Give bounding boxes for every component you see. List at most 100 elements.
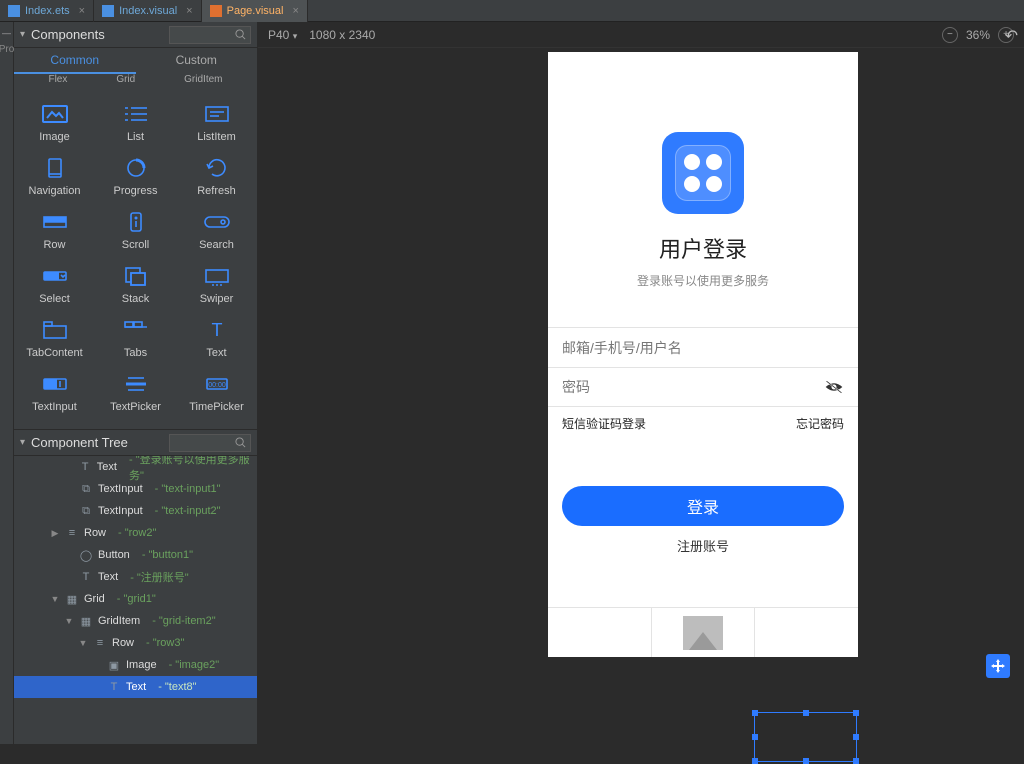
component-swiper[interactable]: Swiper bbox=[176, 257, 257, 311]
signup-link[interactable]: 注册账号 bbox=[548, 536, 858, 555]
move-tool-button[interactable] bbox=[986, 654, 1010, 678]
tree-row[interactable]: ◯Button- "button1" bbox=[14, 544, 257, 566]
component-row[interactable]: Row bbox=[14, 203, 95, 257]
node-type: Row bbox=[84, 527, 106, 539]
zoom-out-button[interactable]: − bbox=[942, 27, 958, 43]
component-list[interactable]: List bbox=[95, 95, 176, 149]
tree-row[interactable]: ▶≡Row- "row2" bbox=[14, 522, 257, 544]
close-icon[interactable]: × bbox=[292, 5, 298, 17]
move-icon bbox=[991, 659, 1005, 673]
node-value: - "text-input2" bbox=[155, 505, 221, 517]
tree-row[interactable]: ▼▦GridItem- "grid-item2" bbox=[14, 610, 257, 632]
component-tabcontent[interactable]: TabContent bbox=[14, 311, 95, 365]
chevron-down-icon[interactable]: ▾ bbox=[20, 437, 25, 448]
tab-label: Index.ets bbox=[25, 5, 70, 17]
tab-index-ets[interactable]: Index.ets × bbox=[0, 0, 94, 22]
component-scroll[interactable]: Scroll bbox=[95, 203, 176, 257]
component-stack[interactable]: Stack bbox=[95, 257, 176, 311]
resolution-label: 1080 x 2340 bbox=[309, 28, 375, 42]
component-text[interactable]: TText bbox=[176, 311, 257, 365]
grid-cell[interactable] bbox=[755, 608, 858, 657]
subtab-common[interactable]: Common bbox=[14, 48, 136, 74]
component-tabs[interactable]: Tabs bbox=[95, 311, 176, 365]
component-timepicker[interactable]: 00:00TimePicker bbox=[176, 365, 257, 419]
login-links: 短信验证码登录 忘记密码 bbox=[548, 407, 858, 432]
chevron-icon[interactable]: ▶ bbox=[50, 528, 60, 539]
grid-cell[interactable] bbox=[652, 608, 756, 657]
tree-row[interactable]: ⧉TextInput- "text-input2" bbox=[14, 500, 257, 522]
node-type-icon: ▣ bbox=[108, 659, 120, 671]
svg-text:00:00: 00:00 bbox=[208, 382, 226, 389]
forgot-password-link[interactable]: 忘记密码 bbox=[796, 415, 844, 432]
node-type-icon: ⧉ bbox=[80, 483, 92, 495]
node-type: Grid bbox=[84, 593, 105, 605]
component-hint-row: Flex Grid GridItem bbox=[14, 74, 257, 89]
tree-row[interactable]: ▼▦Grid- "grid1" bbox=[14, 588, 257, 610]
select-icon bbox=[41, 265, 69, 287]
login-button[interactable]: 登录 bbox=[562, 486, 844, 526]
chevron-icon[interactable]: ▼ bbox=[78, 638, 88, 648]
tab-label: Page.visual bbox=[227, 5, 284, 17]
tree-row[interactable]: TText- "text8" bbox=[14, 676, 257, 698]
chevron-icon[interactable]: ▼ bbox=[50, 594, 60, 604]
navigation-icon bbox=[41, 157, 69, 179]
component-select[interactable]: Select bbox=[14, 257, 95, 311]
component-label: Search bbox=[176, 239, 257, 251]
hint-flex: Flex bbox=[48, 74, 67, 85]
component-listitem[interactable]: ListItem bbox=[176, 95, 257, 149]
login-subtitle: 登录账号以使用更多服务 bbox=[548, 272, 858, 289]
refresh-icon bbox=[203, 157, 231, 179]
component-label: List bbox=[95, 131, 176, 143]
minimize-icon[interactable]: — bbox=[2, 28, 11, 38]
component-textinput[interactable]: TextInput bbox=[14, 365, 95, 419]
search-icon bbox=[203, 211, 231, 233]
tree-search[interactable] bbox=[169, 434, 251, 452]
component-progress[interactable]: Progress bbox=[95, 149, 176, 203]
component-search[interactable]: Search bbox=[176, 203, 257, 257]
node-type: Text bbox=[98, 571, 118, 583]
tab-index-visual[interactable]: Index.visual × bbox=[94, 0, 202, 22]
component-navigation[interactable]: Navigation bbox=[14, 149, 95, 203]
node-type: Text bbox=[126, 681, 146, 693]
listitem-icon bbox=[203, 103, 231, 125]
chevron-icon[interactable]: ▼ bbox=[64, 616, 74, 626]
sms-login-link[interactable]: 短信验证码登录 bbox=[562, 415, 646, 432]
component-refresh[interactable]: Refresh bbox=[176, 149, 257, 203]
canvas-area: P40 ▾ 1080 x 2340 − 36% + ↶ 用户登录 登录账号以使用… bbox=[258, 22, 1024, 744]
grid-cell[interactable] bbox=[548, 608, 652, 657]
search-icon bbox=[235, 437, 246, 448]
username-field[interactable]: 邮箱/手机号/用户名 bbox=[548, 327, 858, 367]
chevron-down-icon[interactable]: ▾ bbox=[20, 29, 25, 40]
subtab-custom[interactable]: Custom bbox=[136, 48, 258, 74]
component-textpicker[interactable]: TextPicker bbox=[95, 365, 176, 419]
password-field[interactable]: 密码 bbox=[548, 367, 858, 407]
tab-label: Index.visual bbox=[119, 5, 177, 17]
zoom-value: 36% bbox=[966, 28, 990, 42]
device-preview[interactable]: 用户登录 登录账号以使用更多服务 邮箱/手机号/用户名 密码 短信验证码登录 忘… bbox=[548, 52, 858, 657]
zoom-controls: − 36% + bbox=[942, 27, 1014, 43]
component-label: Image bbox=[14, 131, 95, 143]
selection-frame bbox=[754, 712, 857, 762]
textpicker-icon bbox=[122, 373, 150, 395]
components-search[interactable] bbox=[169, 26, 251, 44]
tree-row[interactable]: TText- "注册账号" bbox=[14, 566, 257, 588]
tree-row[interactable]: TText- "登录账号以使用更多服务" bbox=[14, 456, 257, 478]
close-icon[interactable]: × bbox=[186, 5, 192, 17]
tab-page-visual[interactable]: Page.visual × bbox=[202, 0, 308, 22]
eye-off-icon[interactable] bbox=[824, 379, 844, 395]
hint-griditem: GridItem bbox=[184, 74, 222, 85]
tree-row[interactable]: ▼≡Row- "row3" bbox=[14, 632, 257, 654]
undo-icon[interactable]: ↶ bbox=[1005, 26, 1018, 46]
tree-row[interactable]: ▣Image- "image2" bbox=[14, 654, 257, 676]
node-value: - "grid1" bbox=[117, 593, 156, 605]
scroll-icon bbox=[122, 211, 150, 233]
component-image[interactable]: Image bbox=[14, 95, 95, 149]
device-selector[interactable]: P40 ▾ bbox=[268, 28, 297, 42]
node-type-icon: T bbox=[79, 461, 90, 473]
component-label: Tabs bbox=[95, 347, 176, 359]
field-label: 密码 bbox=[562, 377, 590, 397]
tree-header: ▾ Component Tree bbox=[14, 430, 257, 456]
close-icon[interactable]: × bbox=[79, 5, 85, 17]
node-type: Text bbox=[97, 461, 117, 473]
file-icon bbox=[102, 5, 114, 17]
